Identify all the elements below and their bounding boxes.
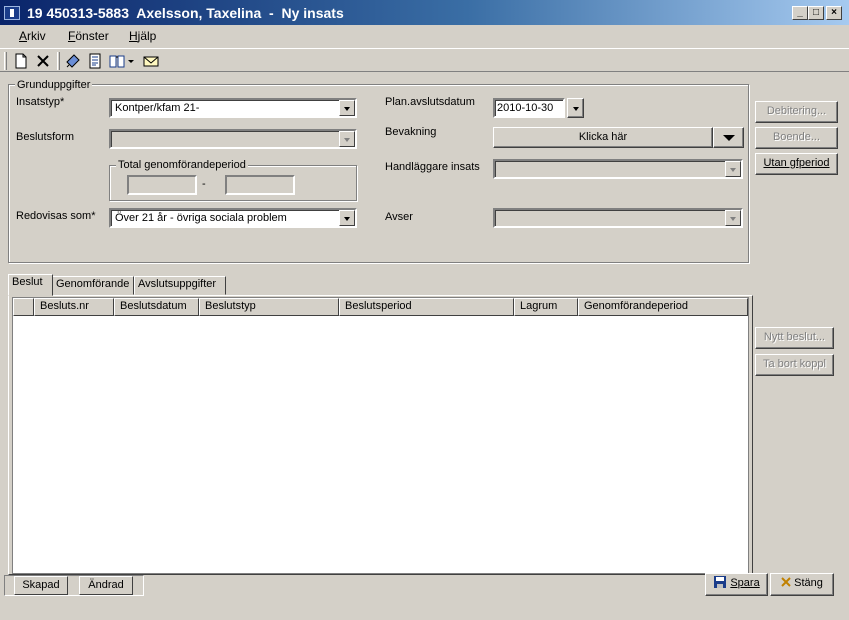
debitering-button[interactable]: Debitering... bbox=[755, 101, 838, 123]
status-andrad: Ändrad bbox=[79, 576, 133, 595]
grid-header: Besluts.nr Beslutsdatum Beslutstyp Beslu… bbox=[13, 298, 748, 316]
menu-arkiv[interactable]: Arkiv bbox=[19, 29, 46, 43]
nytt-beslut-button[interactable]: Nytt beslut... bbox=[755, 327, 834, 349]
new-document-icon[interactable] bbox=[13, 53, 29, 69]
beslutsform-combo bbox=[109, 129, 357, 149]
save-icon bbox=[714, 576, 727, 588]
handlaggare-insats-combo bbox=[493, 159, 743, 179]
insatstyp-label: Insatstyp* bbox=[16, 96, 65, 108]
avser-combo bbox=[493, 208, 743, 228]
column-header-beslutstyp[interactable]: Beslutstyp bbox=[199, 298, 339, 316]
report-icon[interactable] bbox=[87, 53, 103, 69]
chevron-down-icon bbox=[339, 131, 355, 147]
total-genomforandeperiod-legend: Total genomförandeperiod bbox=[116, 159, 248, 171]
period-separator: - bbox=[202, 178, 206, 190]
plan-avslutsdatum-label: Plan.avslutsdatum bbox=[385, 96, 475, 108]
beslutsform-label: Beslutsform bbox=[16, 131, 75, 143]
column-header-lagrum[interactable]: Lagrum bbox=[514, 298, 578, 316]
column-header-genomforandeperiod[interactable]: Genomförandeperiod bbox=[578, 298, 748, 316]
grunduppgifter-legend: Grunduppgifter bbox=[15, 79, 93, 91]
column-header-besluts-nr[interactable]: Besluts.nr bbox=[34, 298, 114, 316]
utan-gfperiod-button[interactable]: Utan gfperiod bbox=[755, 153, 838, 175]
book-icon[interactable] bbox=[109, 53, 125, 69]
app-icon bbox=[4, 6, 20, 20]
bevakning-label: Bevakning bbox=[385, 126, 437, 138]
date-picker-button[interactable] bbox=[567, 98, 584, 118]
dropdown-arrow-icon[interactable] bbox=[127, 53, 135, 69]
mail-icon[interactable] bbox=[143, 53, 159, 69]
tab-avslutsuppgifter[interactable]: Avslutsuppgifter bbox=[134, 276, 226, 295]
title-bar: 19 450313-5883 Axelsson, Taxelina - Ny i… bbox=[0, 0, 849, 25]
column-header-beslutsperiod[interactable]: Beslutsperiod bbox=[339, 298, 514, 316]
close-window-button[interactable]: × bbox=[826, 6, 842, 20]
toolbar-grip[interactable] bbox=[4, 52, 7, 70]
chevron-down-icon[interactable] bbox=[339, 100, 355, 116]
chevron-down-icon[interactable] bbox=[339, 210, 355, 226]
redovisas-som-label: Redovisas som* bbox=[16, 210, 96, 222]
toolbar-separator bbox=[57, 52, 60, 70]
handlaggare-insats-label: Handläggare insats bbox=[385, 161, 480, 173]
chevron-down-icon bbox=[725, 210, 741, 226]
minimize-button[interactable]: _ bbox=[792, 6, 808, 20]
insatstyp-value: Kontper/kfam 21- bbox=[115, 102, 200, 114]
stang-label: Stäng bbox=[794, 577, 823, 589]
spara-button[interactable]: Spara bbox=[705, 573, 768, 596]
maximize-button[interactable]: □ bbox=[808, 6, 824, 20]
tab-genomforande[interactable]: Genomförande bbox=[52, 276, 134, 295]
close-icon bbox=[781, 577, 791, 587]
period-end-field bbox=[225, 175, 295, 195]
menu-fonster[interactable]: Fönster bbox=[68, 29, 109, 43]
boende-button[interactable]: Boende... bbox=[755, 127, 838, 149]
stang-button[interactable]: Stäng bbox=[770, 573, 834, 596]
redovisas-som-value: Över 21 år - övriga sociala problem bbox=[115, 212, 287, 224]
edit-icon[interactable] bbox=[65, 53, 81, 69]
tab-beslut[interactable]: Beslut bbox=[8, 274, 53, 296]
toolbar bbox=[0, 48, 849, 72]
delete-icon[interactable] bbox=[35, 53, 51, 69]
row-selector-header bbox=[13, 298, 34, 316]
utan-gfperiod-label: Utan gfperiod bbox=[763, 157, 830, 169]
bevakning-button[interactable]: Klicka här bbox=[493, 127, 713, 148]
spara-label: Spara bbox=[730, 577, 760, 589]
menu-bar: Arkiv Fönster Hjälp bbox=[0, 26, 849, 46]
avser-label: Avser bbox=[385, 211, 413, 223]
period-start-field bbox=[127, 175, 197, 195]
chevron-down-icon bbox=[725, 161, 741, 177]
status-skapad: Skapad bbox=[14, 576, 68, 595]
window-title: 19 450313-5883 Axelsson, Taxelina - Ny i… bbox=[27, 5, 344, 21]
ta-bort-koppl-button[interactable]: Ta bort koppl bbox=[755, 354, 834, 376]
beslut-grid[interactable]: Besluts.nr Beslutsdatum Beslutstyp Beslu… bbox=[12, 297, 749, 574]
column-header-beslutsdatum[interactable]: Beslutsdatum bbox=[114, 298, 199, 316]
redovisas-som-combo[interactable]: Över 21 år - övriga sociala problem bbox=[109, 208, 357, 228]
plan-avslutsdatum-value: 2010-10-30 bbox=[497, 102, 554, 114]
menu-hjalp[interactable]: Hjälp bbox=[129, 29, 156, 43]
plan-avslutsdatum-field[interactable]: 2010-10-30 bbox=[493, 98, 565, 118]
insatstyp-combo[interactable]: Kontper/kfam 21- bbox=[109, 98, 357, 118]
bevakning-dropdown-button[interactable] bbox=[713, 127, 744, 148]
